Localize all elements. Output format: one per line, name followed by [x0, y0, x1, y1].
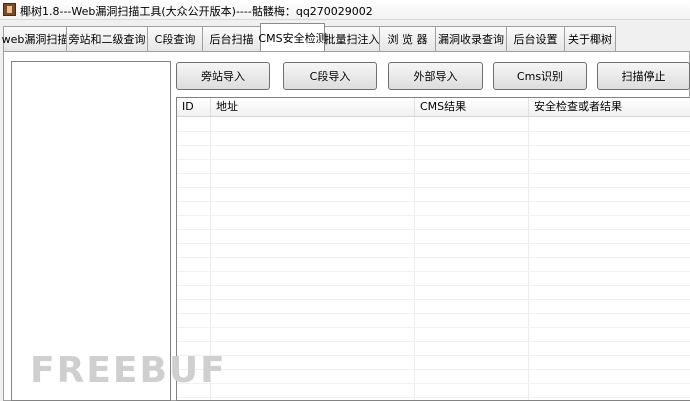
tab-strip: web漏洞扫描 旁站和二级查询 C段查询 后台扫描 CMS安全检测 批量扫注入 … [2, 23, 616, 52]
grid-row-line [177, 145, 690, 146]
tab-browser[interactable]: 浏 览 器 [379, 26, 436, 51]
import-external-button[interactable]: 外部导入 [388, 62, 483, 90]
import-side-button[interactable]: 旁站导入 [176, 62, 270, 90]
grid-row-line [177, 243, 690, 244]
grid-row-line [177, 257, 690, 258]
grid-row-line [177, 201, 690, 202]
grid-row-line [177, 299, 690, 300]
stop-scan-button[interactable]: 扫描停止 [597, 62, 690, 90]
tab-c-segment[interactable]: C段查询 [147, 26, 203, 51]
tab-web-scan[interactable]: web漏洞扫描 [2, 26, 68, 51]
tab-vuln-query[interactable]: 漏洞收录查询 [435, 26, 507, 51]
grid-row-line [177, 131, 690, 132]
grid-row-line [177, 397, 690, 398]
column-cms-result[interactable]: CMS结果 [415, 98, 529, 116]
grid-row-line [177, 285, 690, 286]
tab-batch-injection[interactable]: 批量扫注入 [324, 26, 380, 51]
results-table[interactable]: ID 地址 CMS结果 安全检查或者结果 [176, 97, 690, 401]
table-header: ID 地址 CMS结果 安全检查或者结果 [177, 98, 690, 117]
import-c-button[interactable]: C段导入 [283, 62, 377, 90]
tab-side-site-query[interactable]: 旁站和二级查询 [66, 26, 148, 51]
tab-admin-scan[interactable]: 后台扫描 [202, 26, 261, 51]
grid-row-line [177, 313, 690, 314]
watermark: FREEBUF [30, 350, 227, 391]
app-icon [3, 3, 16, 16]
grid-row-line [177, 187, 690, 188]
window-title: 椰树1.8---Web漏洞扫描工具(大众公开版本)----骷髅梅：qq27002… [20, 5, 373, 18]
tab-about[interactable]: 关于椰树 [564, 26, 616, 51]
grid-row-line [177, 215, 690, 216]
tab-admin-settings[interactable]: 后台设置 [506, 26, 565, 51]
grid-row-line [177, 355, 690, 356]
grid-row-line [177, 369, 690, 370]
grid-row-line [177, 327, 690, 328]
grid-row-line [177, 229, 690, 230]
grid-row-line [177, 173, 690, 174]
column-security-result[interactable]: 安全检查或者结果 [529, 98, 690, 116]
title-bar: 椰树1.8---Web漏洞扫描工具(大众公开版本)----骷髅梅：qq27002… [0, 0, 690, 20]
column-address[interactable]: 地址 [211, 98, 415, 116]
grid-row-line [177, 159, 690, 160]
column-id[interactable]: ID [177, 98, 211, 116]
grid-row-line [177, 341, 690, 342]
grid-row-line [177, 271, 690, 272]
tab-cms-check[interactable]: CMS安全检测 [258, 23, 327, 51]
grid-row-line [177, 383, 690, 384]
cms-identify-button[interactable]: Cms识别 [493, 62, 587, 90]
